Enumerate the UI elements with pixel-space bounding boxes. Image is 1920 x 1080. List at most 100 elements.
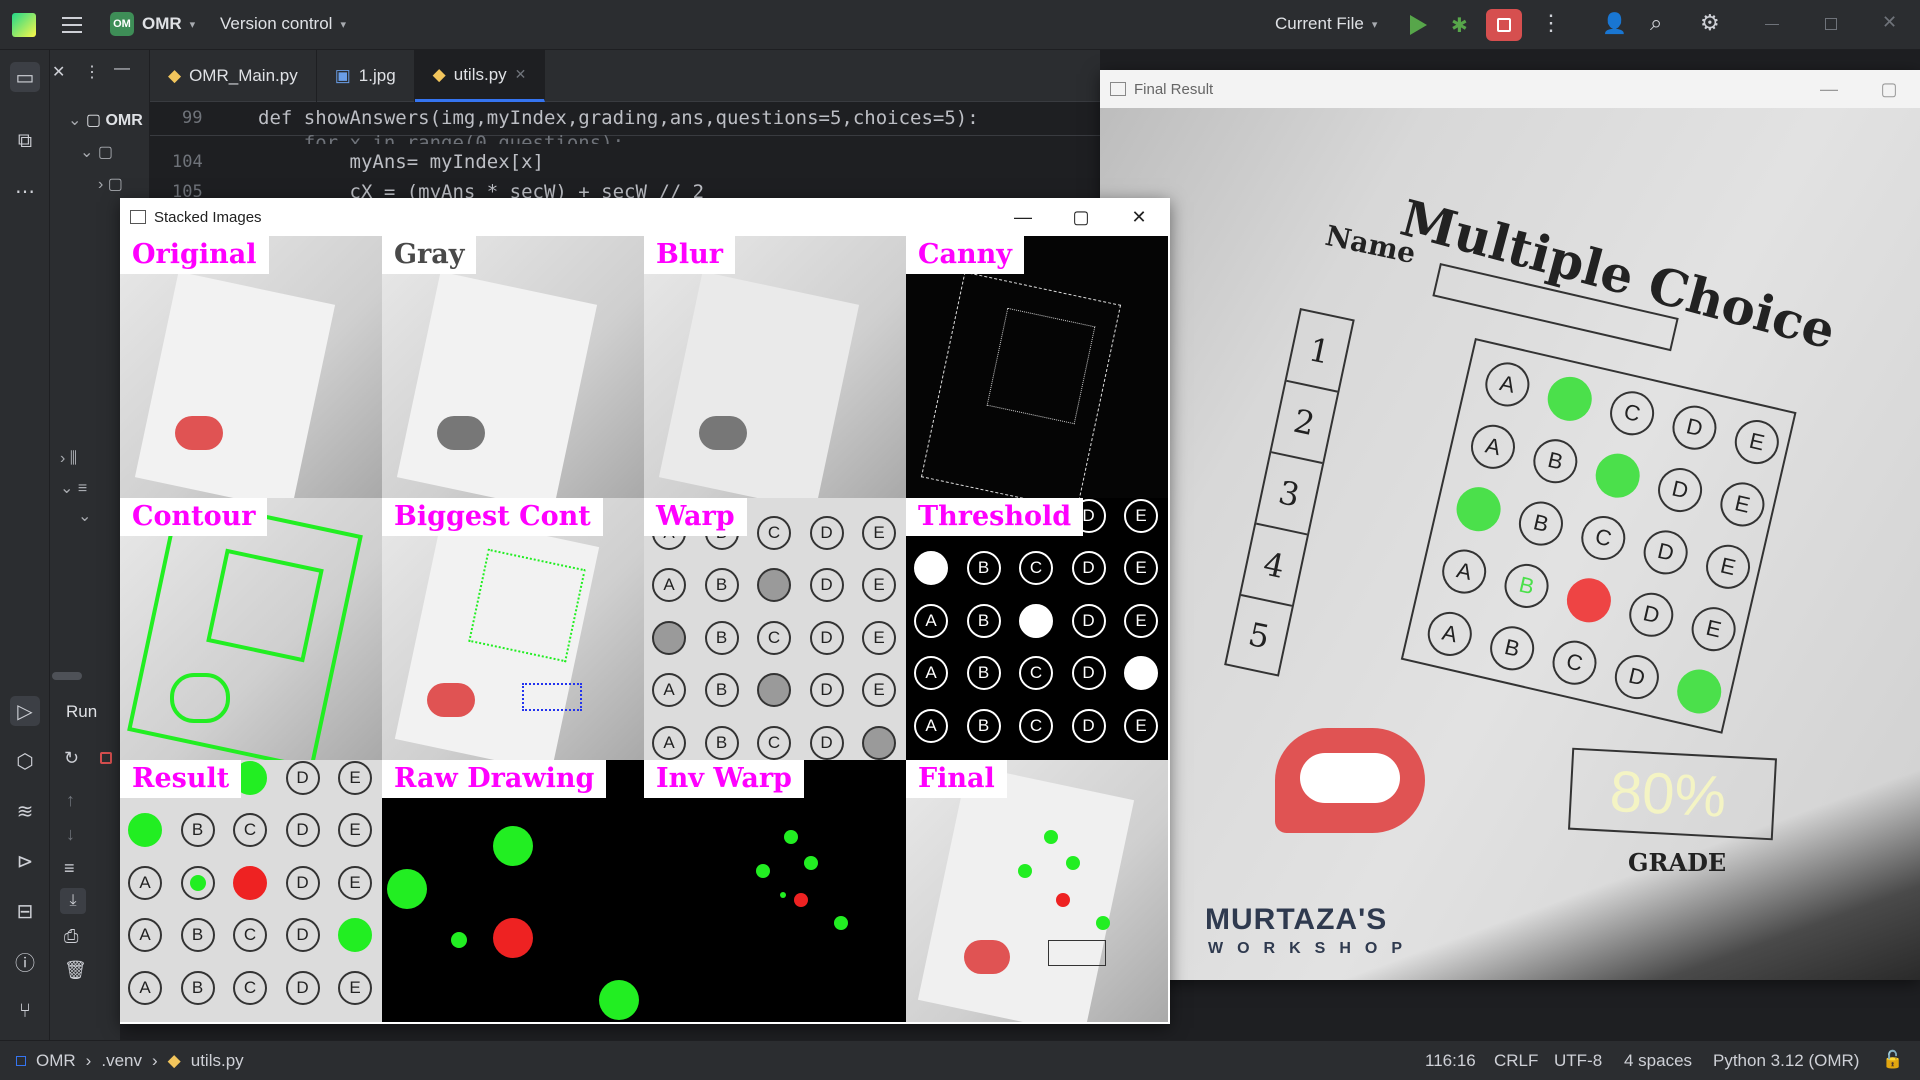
answer-bubble-correct (128, 813, 162, 847)
final-result-image: Multiple Choice Name 1 2 3 4 5 A C D E A… (1100, 108, 1920, 980)
breadcrumb-item[interactable]: OMR (36, 1051, 76, 1071)
services-icon[interactable]: ⊳ (10, 846, 40, 876)
sticky-line: 99 def showAnswers(img,myIndex,grading,a… (150, 102, 1100, 136)
answer-bubble: A (1437, 545, 1491, 598)
breadcrumb-item[interactable]: .venv (101, 1051, 142, 1071)
tree-item[interactable]: ⌄ (78, 506, 91, 526)
run-config-selector[interactable]: Current File ▾ (1275, 14, 1377, 34)
folder-icon[interactable]: ▭ (10, 62, 40, 92)
rerun-icon[interactable]: ↻ (64, 748, 79, 769)
git-icon[interactable]: ⑂ (10, 996, 40, 1026)
print-icon[interactable]: ⎙ (64, 926, 78, 947)
mini-sheet (396, 271, 598, 498)
file-encoding[interactable]: UTF-8 (1554, 1051, 1602, 1071)
collapse-icon[interactable]: ✕ (52, 62, 65, 82)
lock-icon[interactable]: 🔓 (1882, 1050, 1903, 1070)
close-icon[interactable]: ✕ (1110, 198, 1168, 236)
more-icon[interactable]: ⋯ (10, 176, 40, 206)
soft-wrap-icon[interactable]: ≡ (64, 858, 75, 879)
answer-bubble: E (1124, 708, 1158, 743)
window-title-bar[interactable]: Final Result (1100, 70, 1920, 108)
answer-bubble: D (285, 918, 320, 952)
answer-bubble: E (338, 760, 372, 795)
settings-gear-icon[interactable]: ⚙ (1700, 10, 1720, 36)
app-logo-icon[interactable] (12, 13, 36, 37)
search-icon[interactable]: ⌕ (1650, 10, 1662, 36)
folder-icon: ▢ (85, 112, 101, 129)
answer-bubble-filled (914, 551, 948, 585)
line-separator[interactable]: CRLF (1494, 1051, 1538, 1071)
status-bar: OMR › .venv › ◆ utils.py 116:16 CRLF UTF… (0, 1040, 1920, 1080)
image-cell-warp: Warp ACDEABCDEABDEBCDEABDEABCD (644, 498, 906, 760)
minimize-icon[interactable]: — (1800, 70, 1858, 108)
terminal-icon[interactable]: ⊟ (10, 896, 40, 926)
arrow-down-icon[interactable]: ↓ (66, 824, 75, 845)
drawn-dot-wrong (794, 893, 808, 907)
stacked-images-window[interactable]: Stacked Images — ▢ ✕ Original Gray Blur … (120, 198, 1170, 1024)
indent-setting[interactable]: 4 spaces (1624, 1051, 1692, 1071)
tree-item[interactable]: › ⫼ (60, 450, 77, 468)
minimize-icon[interactable] (1765, 24, 1779, 25)
answer-bubble: B (1514, 497, 1568, 550)
run-icon[interactable] (1410, 15, 1427, 35)
more-actions-icon[interactable]: ⋮ (1540, 10, 1562, 36)
caret-position[interactable]: 116:16 (1425, 1051, 1476, 1071)
grade-label: GRADE (1628, 848, 1727, 877)
add-user-icon[interactable]: 👤 (1602, 11, 1627, 36)
hide-icon[interactable]: — (114, 60, 130, 78)
tree-item[interactable]: › ▢ (98, 174, 123, 194)
answer-bubble-wrong (1562, 573, 1616, 627)
maximize-icon[interactable]: ▢ (1052, 198, 1110, 236)
answer-bubble: B (704, 673, 739, 707)
structure-icon[interactable]: ⧉ (10, 126, 40, 156)
close-icon[interactable]: ✕ (1882, 12, 1897, 33)
answer-bubble: B (966, 551, 1001, 585)
python-interpreter[interactable]: Python 3.12 (OMR) (1713, 1051, 1859, 1071)
answer-bubble: D (1624, 588, 1678, 642)
scroll-to-end-icon[interactable]: ⤓ (60, 888, 86, 914)
python-packages-icon[interactable]: ⬡ (10, 746, 40, 776)
image-cell-contour: Contour (120, 498, 382, 760)
minimize-icon[interactable]: — (994, 198, 1052, 236)
main-menu-icon[interactable] (62, 14, 82, 36)
answer-bubble-correct (1672, 665, 1726, 718)
stop-icon[interactable] (100, 752, 112, 764)
window-title: Final Result (1134, 80, 1214, 98)
debug-icon[interactable]: ✱ (1451, 13, 1468, 38)
answer-bubble: D (1071, 603, 1106, 638)
breadcrumb-item[interactable]: utils.py (191, 1051, 244, 1071)
module-icon (16, 1056, 26, 1066)
layers-icon[interactable]: ≋ (10, 796, 40, 826)
drawn-dot-correct (493, 826, 533, 866)
final-result-window[interactable]: Final Result — ▢ Multiple Choice Name 1 … (1100, 70, 1920, 980)
sticky-code: def showAnswers(img,myIndex,grading,ans,… (258, 107, 979, 129)
project-selector[interactable]: OM OMR ▾ (110, 12, 195, 36)
arrow-up-icon[interactable]: ↑ (66, 790, 75, 811)
run-panel: Run ↻ ↑ ↓ ≡ ⤓ ⎙ 🗑 (50, 690, 120, 1040)
tab-utils[interactable]: ◆ utils.py ✕ (414, 50, 546, 102)
close-tab-icon[interactable]: ✕ (515, 66, 527, 83)
grade-value: 80% (1608, 758, 1728, 830)
problems-icon[interactable]: ⓘ (10, 946, 40, 976)
answer-bubble-filled (757, 673, 791, 707)
tab-omr-main[interactable]: ◆ OMR_Main.py (150, 50, 317, 102)
answer-bubble: E (1730, 415, 1784, 469)
options-icon[interactable]: ⋮ (84, 62, 100, 82)
maximize-icon[interactable]: ▢ (1860, 70, 1918, 108)
maximize-icon[interactable] (1825, 18, 1837, 30)
tab-image[interactable]: ▣ 1.jpg (317, 50, 415, 102)
answer-bubble: A (914, 656, 948, 690)
horizontal-scrollbar[interactable] (52, 672, 82, 680)
tree-item[interactable]: ⌄ ≡ (60, 478, 87, 498)
tree-item[interactable]: ⌄ ▢ (80, 142, 113, 162)
stop-button[interactable] (1486, 9, 1522, 41)
answer-bubble-filled (652, 620, 686, 655)
vcs-selector[interactable]: Version control ▾ (220, 14, 346, 34)
tree-root[interactable]: ⌄ ▢ OMR (68, 110, 143, 130)
trash-icon[interactable]: 🗑 (64, 960, 87, 981)
run-tool-icon[interactable]: ▷ (10, 696, 40, 726)
answer-bubble-correct (1543, 372, 1597, 426)
answer-bubble: D (809, 725, 844, 760)
window-title: Stacked Images (154, 208, 262, 226)
image-label: Original (120, 236, 269, 274)
